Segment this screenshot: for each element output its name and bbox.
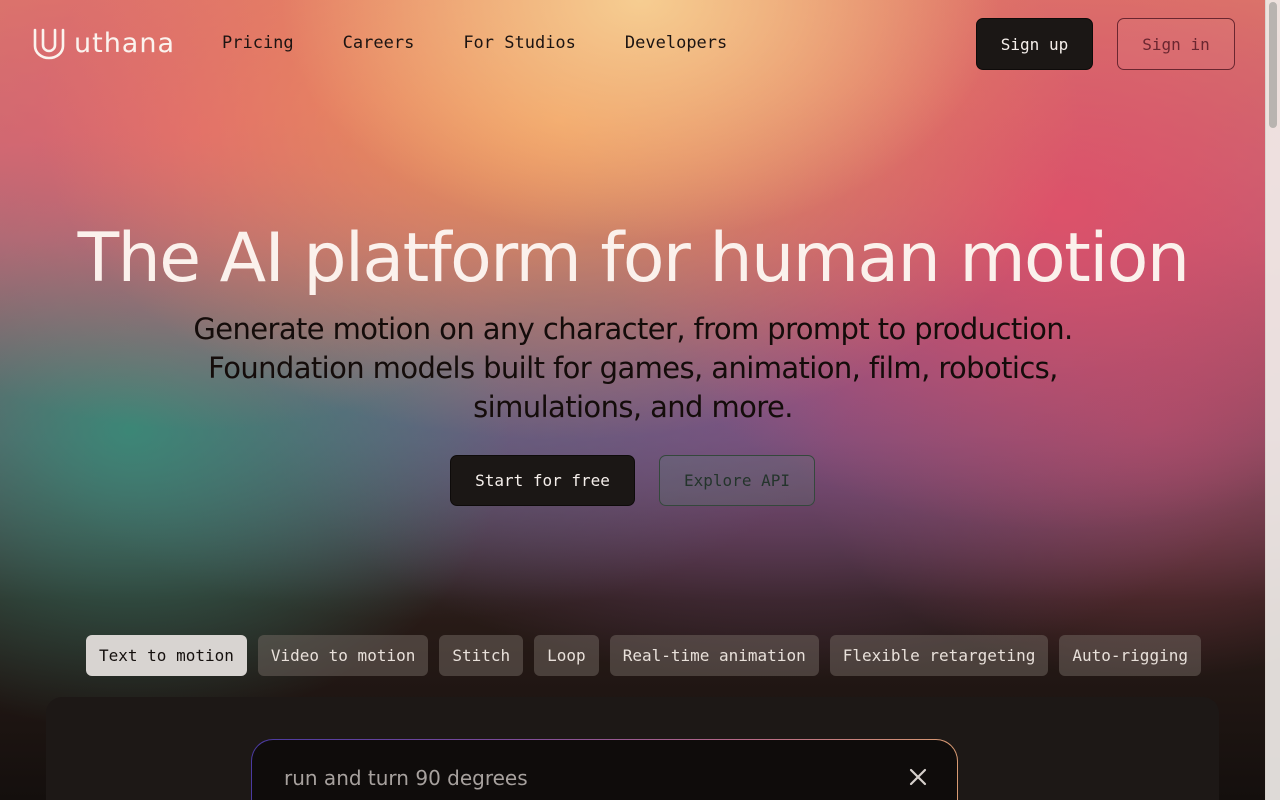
prompt-box-inner [252, 740, 957, 800]
hero-subtitle: Generate motion on any character, from p… [193, 312, 1073, 424]
top-navigation: uthana Pricing Careers For Studios Devel… [0, 0, 1266, 88]
sign-up-button[interactable]: Sign up [976, 18, 1093, 70]
tab-text-to-motion[interactable]: Text to motion [86, 635, 247, 676]
landing-page: uthana Pricing Careers For Studios Devel… [0, 0, 1280, 800]
nav-link-for-studios[interactable]: For Studios [463, 32, 576, 54]
brand-logo[interactable]: uthana [32, 28, 175, 60]
sign-in-button[interactable]: Sign in [1117, 18, 1235, 70]
tab-flexible-retargeting[interactable]: Flexible retargeting [829, 635, 1049, 676]
scrollbar-thumb[interactable] [1269, 2, 1277, 128]
nav-link-careers[interactable]: Careers [343, 32, 415, 54]
nav-link-pricing[interactable]: Pricing [222, 32, 294, 54]
tab-stitch[interactable]: Stitch [439, 635, 524, 676]
start-for-free-button[interactable]: Start for free [450, 455, 635, 506]
tab-loop[interactable]: Loop [534, 635, 599, 676]
close-icon[interactable] [907, 766, 929, 788]
hero-title: The AI platform for human motion [77, 219, 1190, 298]
uthana-logo-icon [32, 28, 66, 60]
nav-links: Pricing Careers For Studios Developers [222, 32, 727, 54]
nav-link-developers[interactable]: Developers [625, 32, 727, 54]
page-scrollbar[interactable] [1265, 0, 1280, 800]
motion-prompt-input[interactable] [284, 766, 884, 790]
feature-tabs: Text to motion Video to motion Stitch Lo… [86, 635, 1201, 676]
tab-real-time-animation[interactable]: Real-time animation [609, 635, 819, 676]
tab-auto-rigging[interactable]: Auto-rigging [1059, 635, 1201, 676]
prompt-box [251, 739, 958, 800]
brand-name: uthana [74, 28, 176, 59]
tab-video-to-motion[interactable]: Video to motion [257, 635, 429, 676]
explore-api-button[interactable]: Explore API [659, 455, 815, 506]
